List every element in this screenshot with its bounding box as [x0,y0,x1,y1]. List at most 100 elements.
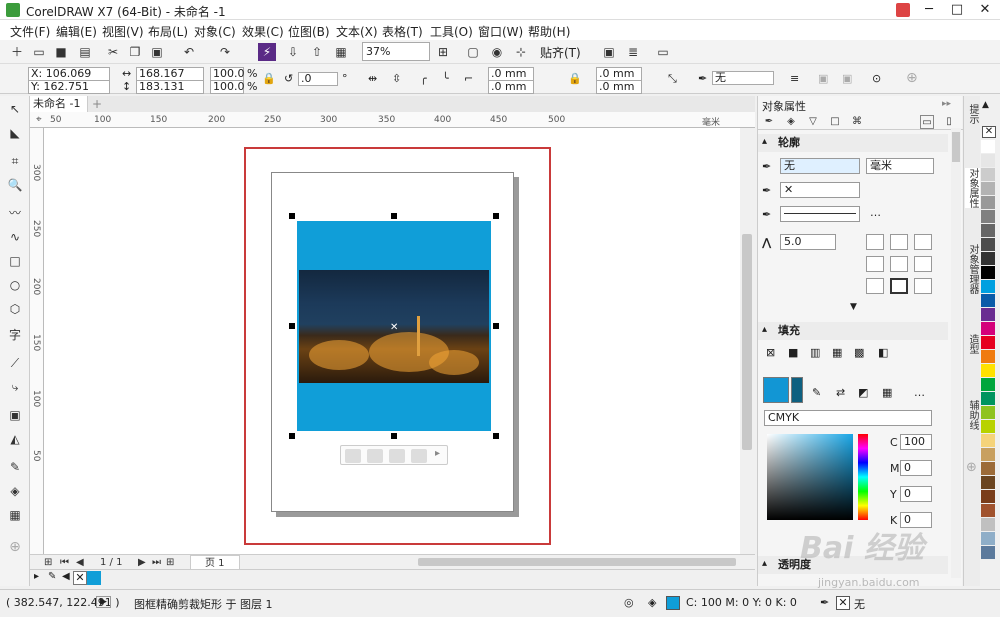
snap-to-dropdown[interactable]: 贴齐(T) [540,44,581,61]
add-property-icon[interactable]: ⊕ [906,70,918,86]
vertical-scroll-thumb[interactable] [742,234,752,450]
hints-tab[interactable]: 提示 [965,104,980,124]
scale-x-field[interactable]: 100.0 [210,67,245,81]
menu-window[interactable]: 窗口(W) [478,23,523,40]
object-manager-tab[interactable]: 对象管理器 [965,244,980,294]
position-inside-button[interactable] [914,278,932,294]
height-field[interactable]: 183.131 mm [136,80,204,105]
uniform-fill-icon[interactable]: ■ [788,346,798,359]
corner-miter-button[interactable] [866,234,884,250]
palette-swatch[interactable] [981,294,995,308]
resize-handle-tl[interactable] [289,213,295,219]
new-tab-button[interactable]: + [92,96,104,112]
paste-icon[interactable]: ▣ [148,43,166,61]
lock-contents-icon[interactable] [389,449,405,463]
edit-powerclip-icon[interactable] [345,449,361,463]
transparency-collapse-icon[interactable]: ▴ [762,558,767,569]
eyedropper-fill-icon[interactable]: ✎ [812,386,821,399]
zoom-tool-icon[interactable]: 🔍 [6,176,24,194]
print-icon[interactable]: ▤ [76,43,94,61]
menu-table[interactable]: 表格(T) [382,23,423,40]
select-contents-icon[interactable] [367,449,383,463]
docker-collapse-icon[interactable]: ▸▸ [942,99,951,109]
palette-swatch[interactable] [981,140,995,154]
shape-tool-icon[interactable]: ◣ [6,124,24,142]
fill-collapse-icon[interactable]: ▴ [762,324,767,335]
menu-tools[interactable]: 工具(O) [430,23,473,40]
palette-swatch[interactable] [981,532,995,546]
next-page-icon[interactable]: ▶ [138,555,146,570]
resize-handle-bm[interactable] [391,433,397,439]
lock-ratio-icon[interactable]: 🔒 [262,72,276,85]
palette-swatch[interactable] [981,336,995,350]
palette-swatch[interactable] [981,420,995,434]
open-icon[interactable]: ▭ [30,43,48,61]
smart-fill-icon[interactable]: ▦ [6,506,24,524]
last-page-icon[interactable]: ⏭ [152,555,161,570]
scalloped-corner-icon[interactable]: ╰ [442,72,449,85]
customize-toolbox-icon[interactable]: ⊕ [6,538,24,556]
drop-shadow-tool-icon[interactable]: ▣ [6,406,24,424]
new-document-icon[interactable]: ＋ [8,43,26,61]
rectangle-tool-icon[interactable]: □ [6,252,24,270]
extract-contents-icon[interactable] [411,449,427,463]
palette-swatch[interactable] [981,490,995,504]
corner-bevel-button[interactable] [914,234,932,250]
dimension-tool-icon[interactable]: ⟋ [6,354,24,372]
palette-swatch[interactable] [981,462,995,476]
add-docker-icon[interactable]: ⊕ [966,460,977,475]
cyan-field[interactable]: 100 [900,434,932,450]
corner-round-button[interactable] [890,234,908,250]
convert-to-curves-icon[interactable]: ⊙ [872,72,881,85]
document-color-swatch[interactable] [87,571,101,585]
palette-swatch[interactable] [981,224,995,238]
to-front-icon[interactable]: ▣ [818,72,828,85]
resize-handle-mr[interactable] [493,323,499,329]
cap-extended-button[interactable] [914,256,932,272]
round-corner-icon[interactable]: ╭ [420,72,427,85]
artistic-media-icon[interactable]: ∿ [6,228,24,246]
docker-scroll-thumb[interactable] [952,132,960,162]
palette-swatch[interactable] [981,154,995,168]
menu-object[interactable]: 对象(C) [194,23,236,40]
palette-swatch[interactable] [981,210,995,224]
docker-pin-icon[interactable]: ▯ [942,115,956,129]
cap-square-button[interactable] [866,256,884,272]
hue-slider[interactable] [858,434,868,520]
resize-handle-tm[interactable] [391,213,397,219]
export-icon[interactable]: ⇧ [308,43,326,61]
no-color-palette-swatch[interactable]: ✕ [982,126,996,138]
menu-view[interactable]: 视图(V) [102,23,144,40]
outline-tab-icon[interactable]: ✒ [762,115,776,129]
zoom-level-select[interactable]: 37% [362,42,430,61]
color-picker-area[interactable] [767,434,853,520]
palette-swatch[interactable] [981,350,995,364]
miter-limit-field[interactable]: 5.0 [780,234,836,250]
minimize-button[interactable]: ─ [914,0,944,20]
menu-help[interactable]: 帮助(H) [528,23,570,40]
palette-swatch[interactable] [981,238,995,252]
horizontal-scrollbar[interactable] [410,557,740,567]
status-expand-icon[interactable]: ▶ [96,596,111,608]
add-page-after-icon[interactable]: ⊞ [166,555,174,570]
scale-y-field[interactable]: 100.0 [210,80,245,94]
outline-color-select[interactable]: ✕ [780,182,860,198]
monitor-icon[interactable]: ▭ [654,43,672,61]
palette-swatch[interactable] [981,518,995,532]
menu-bitmaps[interactable]: 位图(B) [288,23,330,40]
palette-swatch[interactable] [981,434,995,448]
application-launcher-icon[interactable]: ≣ [624,43,642,61]
import-icon[interactable]: ⇩ [284,43,302,61]
fill-section-header[interactable]: 填充 [758,322,948,340]
position-outside-button[interactable] [866,278,884,294]
prev-page-icon[interactable]: ◀ [76,555,84,570]
position-centered-button[interactable] [890,278,908,294]
interactive-fill-icon[interactable]: ◈ [6,482,24,500]
vertical-scrollbar[interactable] [740,128,755,554]
eyedropper-icon[interactable]: ✎ [48,571,56,582]
menu-layout[interactable]: 布局(L) [148,23,188,40]
copy-icon[interactable]: ❐ [126,43,144,61]
layout-tab-icon[interactable]: ▭ [920,115,934,129]
horizontal-ruler[interactable]: ⌖ 50 100 150 200 250 300 350 400 450 500… [30,112,755,128]
freehand-tool-icon[interactable]: 〰 [6,204,24,222]
